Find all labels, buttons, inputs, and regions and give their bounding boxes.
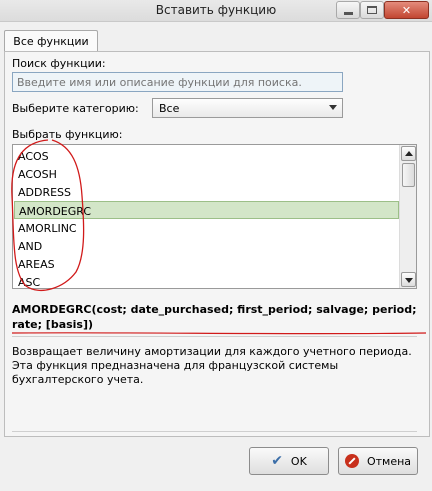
tab-all-functions[interactable]: Все функции [4, 30, 98, 52]
title-bar: Вставить функцию ✕ [0, 0, 432, 22]
list-item[interactable]: ACOSH [14, 165, 399, 183]
scrollbar-thumb[interactable] [402, 163, 415, 187]
cancel-button[interactable]: Отмена [338, 447, 418, 475]
vertical-scrollbar[interactable] [399, 145, 416, 288]
close-icon: ✕ [401, 3, 412, 17]
chevron-down-icon [329, 105, 337, 110]
divider [12, 336, 417, 337]
list-item[interactable]: ASC [14, 273, 399, 288]
search-label: Поиск функции: [12, 57, 106, 70]
ok-button[interactable]: ✔ OK [249, 447, 329, 475]
list-item[interactable]: AMORLINC [14, 219, 399, 237]
category-select[interactable]: Все [152, 98, 343, 118]
maximize-icon [367, 6, 377, 14]
list-item-selected[interactable]: AMORDEGRC [14, 201, 399, 219]
close-button[interactable]: ✕ [384, 1, 429, 19]
function-list[interactable]: ACOS ACOSH ADDRESS AMORDEGRC AMORLINC AN… [12, 144, 417, 289]
minimize-button[interactable] [336, 1, 360, 19]
list-item[interactable]: AREAS [14, 255, 399, 273]
function-list-label: Выбрать функцию: [12, 128, 123, 141]
list-item[interactable]: AND [14, 237, 399, 255]
arrow-up-icon [405, 151, 413, 156]
checkmark-icon: ✔ [271, 453, 283, 469]
cancel-icon [344, 454, 359, 468]
category-value: Все [159, 102, 180, 115]
category-label: Выберите категорию: [12, 102, 139, 115]
minimize-icon [343, 11, 353, 15]
scroll-up-button[interactable] [401, 146, 416, 161]
divider [12, 431, 417, 432]
maximize-button[interactable] [360, 1, 384, 19]
cancel-button-label: Отмена [366, 454, 412, 468]
search-input[interactable] [12, 72, 343, 92]
arrow-down-icon [405, 278, 413, 283]
ok-button-label: OK [290, 454, 307, 468]
function-description: Возвращает величину амортизации для кажд… [12, 345, 412, 386]
scroll-down-button[interactable] [401, 272, 416, 287]
function-signature: AMORDEGRC(cost; date_purchased; first_pe… [12, 303, 417, 331]
list-item[interactable]: ADDRESS [14, 183, 399, 201]
list-item[interactable]: ACOS [14, 147, 399, 165]
